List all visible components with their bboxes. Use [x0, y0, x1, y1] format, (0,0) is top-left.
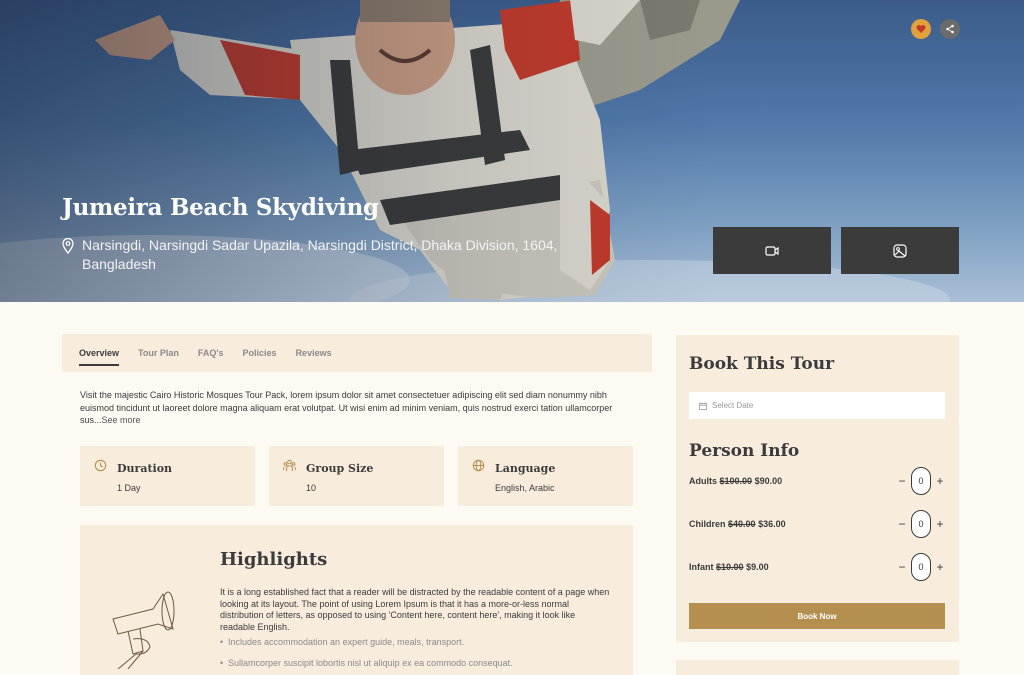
- tour-title: Jumeira Beach Skydiving: [62, 194, 379, 221]
- overview-text: Visit the majestic Cairo Historic Mosque…: [80, 389, 635, 427]
- language-value: English, Arabic: [495, 483, 555, 493]
- see-more-link[interactable]: See more: [102, 415, 141, 425]
- children-price: $36.00: [758, 519, 786, 529]
- location-text: Narsingdi, Narsingdi Sadar Upazila, Nars…: [82, 237, 558, 272]
- calendar-icon: [699, 402, 707, 410]
- children-label: Children: [689, 519, 726, 529]
- date-placeholder: Select Date: [712, 401, 754, 410]
- list-item: Includes accommodation an expert guide, …: [220, 637, 610, 648]
- tab-overview[interactable]: Overview: [79, 344, 120, 366]
- location-pin-icon: [62, 238, 74, 254]
- video-button[interactable]: [713, 227, 831, 274]
- adults-price: $90.00: [754, 476, 783, 486]
- booking-card: Book This Tour Select Date Person Info A…: [676, 335, 959, 642]
- tour-tabs: Overview Tour Plan FAQ's Policies Review…: [62, 334, 652, 372]
- minus-icon[interactable]: −: [897, 474, 907, 488]
- share-button[interactable]: [940, 19, 960, 39]
- video-icon: [765, 245, 779, 256]
- adults-row: Adults $100.00 $90.00 − 0 +: [689, 467, 945, 495]
- adults-quantity[interactable]: 0: [911, 467, 931, 495]
- person-info-title: Person Info: [689, 441, 800, 461]
- highlights-text: It is a long established fact that a rea…: [220, 587, 610, 632]
- minus-icon[interactable]: −: [897, 560, 907, 574]
- adults-stepper: − 0 +: [897, 467, 945, 495]
- infant-quantity[interactable]: 0: [911, 553, 931, 581]
- tab-reviews[interactable]: Reviews: [296, 344, 332, 362]
- secondary-card: [676, 660, 959, 675]
- infant-stepper: − 0 +: [897, 553, 945, 581]
- list-item: Sullamcorper suscipit lobortis nisl ut a…: [220, 658, 610, 669]
- adults-price-label: Adults $100.00 $90.00: [689, 476, 782, 486]
- highlights-card: Highlights It is a long established fact…: [80, 525, 633, 675]
- children-old-price: $40.00: [728, 519, 756, 529]
- share-icon: [946, 24, 954, 34]
- plus-icon[interactable]: +: [935, 560, 945, 574]
- adults-old-price: $100.00: [719, 476, 753, 486]
- infant-label: Infant: [689, 562, 714, 572]
- globe-icon: [472, 459, 485, 472]
- group-size-value: 10: [306, 483, 317, 493]
- group-size-label: Group Size: [306, 462, 374, 475]
- duration-label: Duration: [117, 462, 173, 475]
- infant-old-price: $10.00: [716, 562, 744, 572]
- children-price-label: Children $40.00 $36.00: [689, 519, 786, 529]
- tour-location: Narsingdi, Narsingdi Sadar Upazila, Nars…: [62, 236, 602, 274]
- infant-row: Infant $10.00 $9.00 − 0 +: [689, 553, 945, 581]
- adults-label: Adults: [689, 476, 717, 486]
- megaphone-illustration: [112, 591, 175, 669]
- highlights-title: Highlights: [220, 549, 328, 570]
- plus-icon[interactable]: +: [935, 474, 945, 488]
- duration-card: Duration 1 Day: [80, 446, 255, 506]
- minus-icon[interactable]: −: [897, 517, 907, 531]
- book-now-button[interactable]: Book Now: [689, 603, 945, 629]
- group-size-card: Group Size 10: [269, 446, 444, 506]
- booking-title: Book This Tour: [689, 354, 835, 374]
- tab-tour-plan[interactable]: Tour Plan: [138, 344, 179, 362]
- children-stepper: − 0 +: [897, 510, 945, 538]
- infant-price-label: Infant $10.00 $9.00: [689, 562, 769, 572]
- children-row: Children $40.00 $36.00 − 0 +: [689, 510, 945, 538]
- gallery-button[interactable]: [841, 227, 959, 274]
- highlights-list: Includes accommodation an expert guide, …: [220, 637, 610, 675]
- gallery-icon: [893, 243, 907, 258]
- language-card: Language English, Arabic: [458, 446, 633, 506]
- children-quantity[interactable]: 0: [911, 510, 931, 538]
- tab-faqs[interactable]: FAQ's: [198, 344, 224, 362]
- infant-price: $9.00: [746, 562, 769, 572]
- language-label: Language: [495, 462, 556, 475]
- date-field[interactable]: Select Date: [689, 392, 945, 419]
- plus-icon[interactable]: +: [935, 517, 945, 531]
- clock-icon: [94, 459, 107, 472]
- overview-body: Visit the majestic Cairo Historic Mosque…: [80, 390, 613, 425]
- heart-icon: [916, 25, 926, 33]
- duration-value: 1 Day: [117, 483, 141, 493]
- favorite-button[interactable]: [911, 19, 931, 39]
- tab-policies[interactable]: Policies: [243, 344, 277, 362]
- hero-banner: Jumeira Beach Skydiving Narsingdi, Narsi…: [0, 0, 1024, 302]
- group-icon: [283, 459, 296, 472]
